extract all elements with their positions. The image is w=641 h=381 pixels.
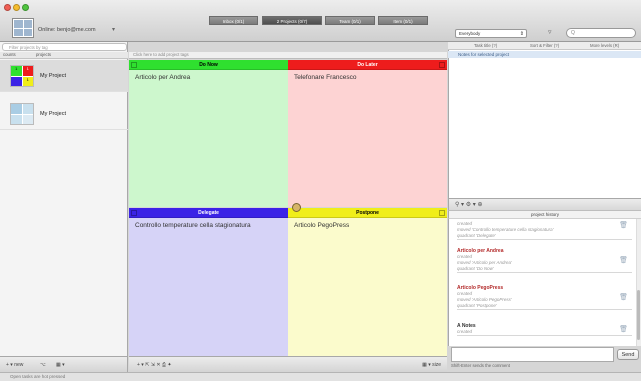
quadrant-color-swatch[interactable] [439, 62, 445, 68]
projects-column-header[interactable]: projects [36, 52, 51, 57]
quadrant-color-swatch[interactable] [439, 210, 445, 216]
project-name: My Project [40, 73, 66, 79]
notes-column-task-title[interactable]: Task title (?) [474, 43, 497, 48]
quadrant-delegate[interactable]: Delegate Controllo temperature cella sta… [129, 208, 288, 356]
history-entry: A Notes created 🗑 [457, 323, 632, 336]
new-project-button[interactable]: + ▾ new [6, 362, 23, 368]
send-button[interactable]: Send [617, 349, 639, 360]
sidebar-project-row[interactable]: 1 1 1 My Project [0, 60, 128, 92]
task-item[interactable]: Telefonare Francesco [288, 70, 447, 85]
filter-funnel-icon[interactable]: ▿ [548, 28, 552, 36]
tab-team[interactable]: Team (0/1) [325, 16, 375, 25]
task-item[interactable]: Articolo PegoPress [288, 218, 447, 233]
quadrant-resize-handle[interactable] [292, 203, 301, 212]
project-history-list: created moved 'Controllo temperature cel… [448, 219, 641, 346]
zoom-window-button[interactable] [22, 4, 29, 11]
sidebar-bottom-toolbar: + ▾ new ⌥ ▦ ▾ [0, 356, 128, 372]
counts-column-header[interactable]: counts [3, 52, 16, 57]
quadrant-title: Delegate [129, 208, 288, 218]
matrix-app-icon[interactable] [12, 18, 34, 38]
online-status: Online: benjo@me.com [38, 27, 96, 33]
history-tool-icons[interactable]: ⚲ ▾ ⚙ ▾ ⊕ [455, 201, 483, 208]
comment-input[interactable] [451, 347, 614, 362]
share-button[interactable]: ⌥ [40, 362, 46, 368]
tab-item[interactable]: Item (0/1) [378, 16, 428, 25]
sidebar-project-row[interactable]: My Project [0, 98, 128, 130]
status-bar: Open tasks are hot pressed [0, 372, 641, 381]
notes-column-more-levels[interactable]: More levels (R) [590, 43, 619, 48]
tab-projects[interactable]: 2 Projects (0/7) [262, 16, 322, 25]
project-matrix-thumbnail: 1 1 1 [10, 65, 34, 87]
notes-column-sort-filter[interactable]: Sort & Filter (?) [530, 43, 559, 48]
task-item[interactable]: Articolo per Andrea [129, 70, 288, 85]
trash-icon[interactable]: 🗑 [619, 221, 628, 229]
view-options-button[interactable]: ▦ ▾ [56, 362, 65, 368]
history-entry: Articolo per Andrea created moved 'Artic… [457, 248, 632, 273]
tab-inbox[interactable]: Inbox (0/1) [209, 16, 258, 25]
quadrant-title: Do Later [288, 60, 447, 70]
close-window-button[interactable] [4, 4, 11, 11]
matrix-bottom-toolbar: + ▾ ⇱ ⇲ ✕ ⎙ ✦ ▦ ▾ size [129, 356, 447, 372]
quadrant-do-now[interactable]: Do Now Articolo per Andrea [129, 60, 288, 207]
people-filter-value: Everybody [459, 31, 481, 36]
search-input[interactable]: Q [566, 28, 636, 38]
project-tags-bar[interactable]: Click here to add project tags [129, 52, 447, 59]
quadrant-postpone[interactable]: Postpone Articolo PegoPress [288, 208, 447, 356]
account-menu-chevron-icon[interactable]: ▾ [112, 26, 115, 33]
quadrant-do-later[interactable]: Do Later Telefonare Francesco [288, 60, 447, 207]
quadrant-title: Do Now [129, 60, 288, 70]
matrix-action-buttons[interactable]: + ▾ ⇱ ⇲ ✕ ⎙ ✦ [137, 362, 172, 368]
quadrant-title: Postpone [288, 208, 447, 218]
notes-column-header: Task title (?) Sort & Filter (?) More le… [448, 42, 641, 50]
task-item[interactable]: Controllo temperature cella stagionatura [129, 218, 288, 233]
comment-hint: Shift-Enter sends the comment [451, 363, 510, 368]
project-tag-filter-input[interactable]: Filter projects by tag [2, 43, 127, 51]
trash-icon[interactable]: 🗑 [619, 256, 628, 264]
notes-panel [448, 42, 641, 198]
history-scroll-thumb[interactable] [637, 290, 640, 340]
sidebar-column-header: counts projects [0, 52, 128, 59]
history-entry: created moved 'Controllo temperature cel… [457, 221, 632, 240]
chevron-down-icon: ⇕ [519, 31, 524, 37]
history-title: project history [448, 211, 641, 219]
people-filter-select[interactable]: Everybody ⇕ [455, 29, 527, 38]
history-toolbar: ⚲ ▾ ⚙ ▾ ⊕ [448, 198, 641, 211]
project-matrix-thumbnail [10, 103, 34, 125]
quadrant-color-swatch[interactable] [131, 210, 137, 216]
notes-row[interactable]: Notes for selected project [448, 51, 641, 58]
size-menu-button[interactable]: ▦ ▾ size [422, 362, 441, 368]
title-bar: Online: benjo@me.com ▾ Inbox (0/1) 2 Pro… [0, 0, 641, 42]
notes-row-label: Notes for selected project [458, 52, 510, 57]
history-entry: Articolo PegoPress created moved 'Artico… [457, 285, 632, 310]
minimize-window-button[interactable] [13, 4, 20, 11]
quadrant-color-swatch[interactable] [131, 62, 137, 68]
project-name: My Project [40, 111, 66, 117]
trash-icon[interactable]: 🗑 [619, 293, 628, 301]
trash-icon[interactable]: 🗑 [619, 325, 628, 333]
